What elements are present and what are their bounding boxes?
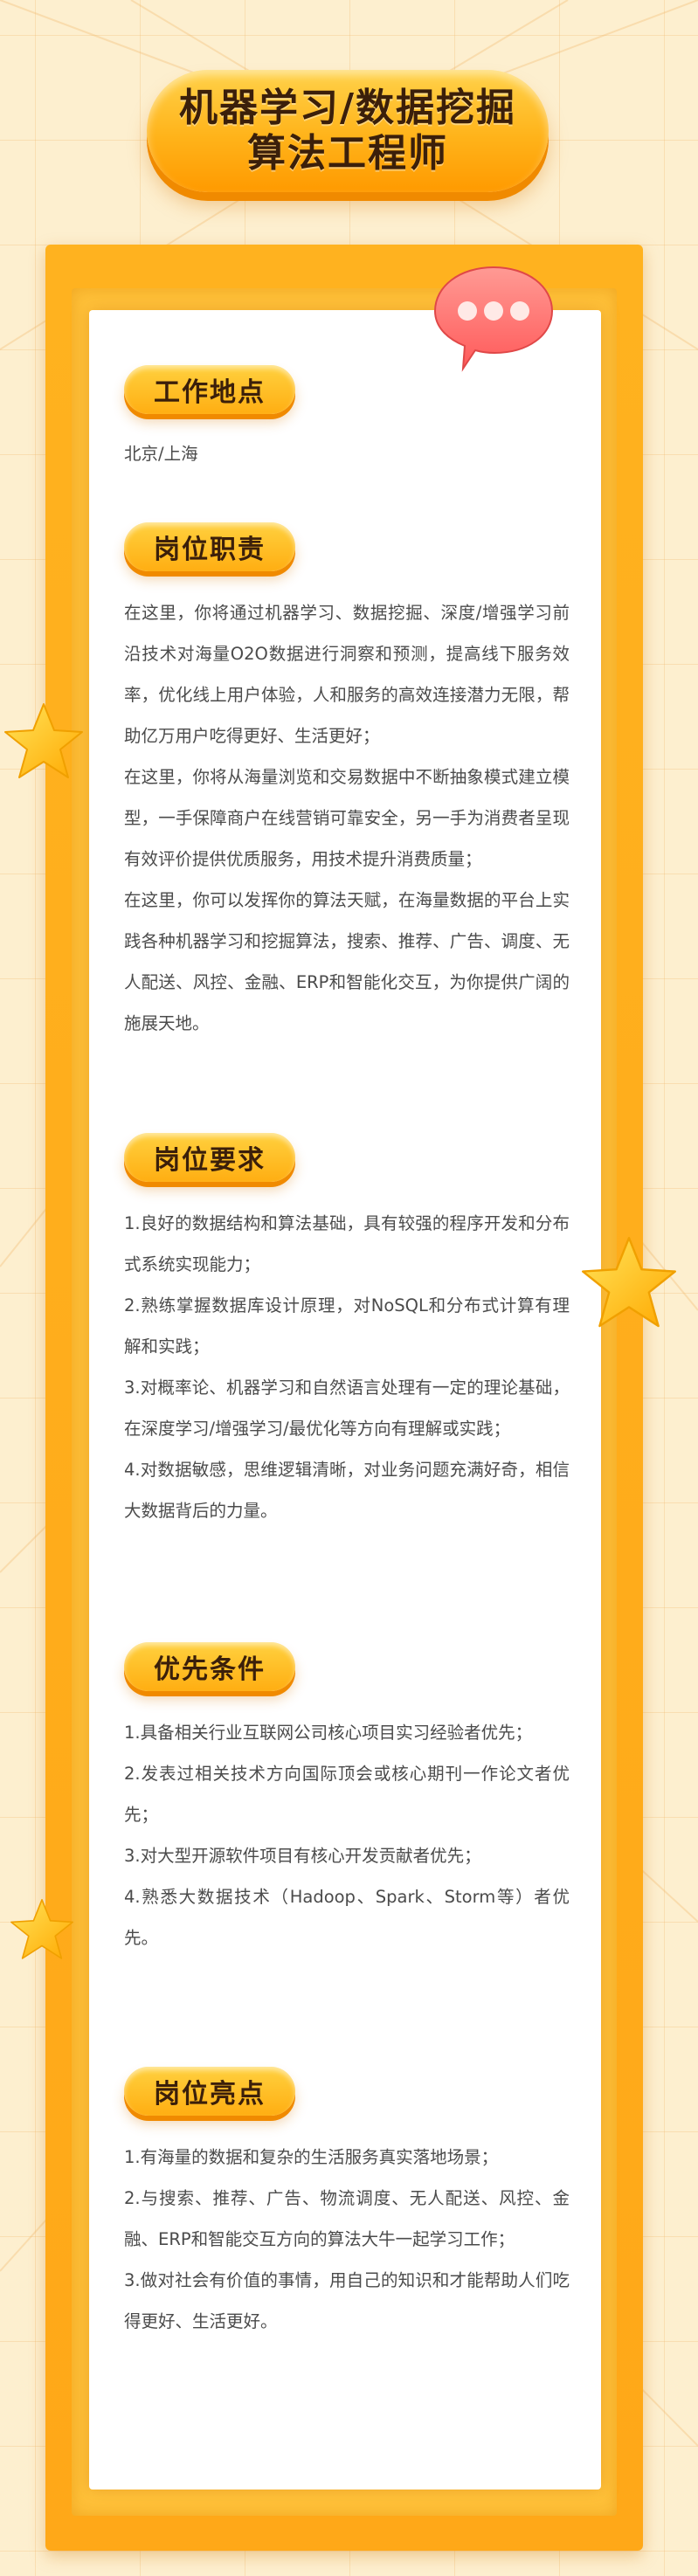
title-banner: 机器学习/数据挖掘 算法工程师 (147, 70, 549, 192)
paragraph: 1.具备相关行业互联网公司核心项目实习经验者优先； (124, 1723, 533, 1743)
section-heading: 岗位亮点 (124, 2067, 295, 2116)
section-heading: 工作地点 (124, 365, 295, 414)
paragraph: 3.对大型开源软件项目有核心开发贡献者优先； (124, 1846, 481, 1866)
paragraph: 2.熟练掌握数据库设计原理，对NoSQL和分布式计算有理解和实践； (124, 1295, 570, 1357)
paragraph: 4.熟悉大数据技术（Hadoop、Spark、Storm等）者优先。 (124, 1887, 570, 1948)
section-requirements: 岗位要求 1.良好的数据结构和算法基础，具有较强的程序开发和分布式系统实现能力；… (124, 1133, 570, 1531)
paragraph: 2.发表过相关技术方向国际顶会或核心期刊一作论文者优先； (124, 1764, 570, 1825)
section-duties: 岗位职责 在这里，你将通过机器学习、数据挖掘、深度/增强学习前沿技术对海量O2O… (124, 522, 570, 1044)
section-body: 在这里，你将通过机器学习、数据挖掘、深度/增强学习前沿技术对海量O2O数据进行洞… (124, 592, 570, 1044)
chat-bubble-icon (433, 266, 554, 372)
paragraph: 在这里，你将从海量浏览和交易数据中不断抽象模式建立模型，一手保障商户在线营销可靠… (124, 767, 570, 869)
paragraph: 1.良好的数据结构和算法基础，具有较强的程序开发和分布式系统实现能力； (124, 1213, 570, 1274)
star-icon (582, 1237, 676, 1328)
section-body: 1.良好的数据结构和算法基础，具有较强的程序开发和分布式系统实现能力； 2.熟练… (124, 1203, 570, 1531)
title-line-1: 机器学习/数据挖掘 (178, 86, 517, 130)
paragraph: 1.有海量的数据和复杂的生活服务真实落地场景； (124, 2147, 499, 2167)
paragraph: 3.对概率论、机器学习和自然语言处理有一定的理论基础，在深度学习/增强学习/最优… (124, 1378, 570, 1439)
section-body: 1.有海量的数据和复杂的生活服务真实落地场景； 2.与搜索、推荐、广告、物流调度… (124, 2137, 570, 2342)
paragraph: 2.与搜索、推荐、广告、物流调度、无人配送、风控、金融、ERP和智能交互方向的算… (124, 2188, 570, 2249)
paragraph: 在这里，你可以发挥你的算法天赋，在海量数据的平台上实践各种机器学习和挖掘算法，搜… (124, 890, 570, 1033)
section-body: 北京/上海 (124, 433, 570, 474)
star-icon (10, 1899, 73, 1959)
section-highlights: 岗位亮点 1.有海量的数据和复杂的生活服务真实落地场景； 2.与搜索、推荐、广告… (124, 2067, 570, 2342)
section-preferred: 优先条件 1.具备相关行业互联网公司核心项目实习经验者优先； 2.发表过相关技术… (124, 1642, 570, 1958)
section-body: 1.具备相关行业互联网公司核心项目实习经验者优先； 2.发表过相关技术方向国际顶… (124, 1712, 570, 1958)
section-heading: 优先条件 (124, 1642, 295, 1691)
star-icon (4, 703, 83, 778)
section-heading: 岗位职责 (124, 522, 295, 571)
paragraph: 北京/上海 (124, 444, 198, 464)
paragraph: 在这里，你将通过机器学习、数据挖掘、深度/增强学习前沿技术对海量O2O数据进行洞… (124, 603, 570, 746)
section-heading: 岗位要求 (124, 1133, 295, 1182)
section-location: 工作地点 北京/上海 (124, 365, 570, 474)
paragraph: 3.做对社会有价值的事情，用自己的知识和才能帮助人们吃得更好、生活更好。 (124, 2270, 570, 2331)
title-line-2: 算法工程师 (247, 131, 448, 176)
paragraph: 4.对数据敏感，思维逻辑清晰，对业务问题充满好奇，相信大数据背后的力量。 (124, 1460, 570, 1521)
